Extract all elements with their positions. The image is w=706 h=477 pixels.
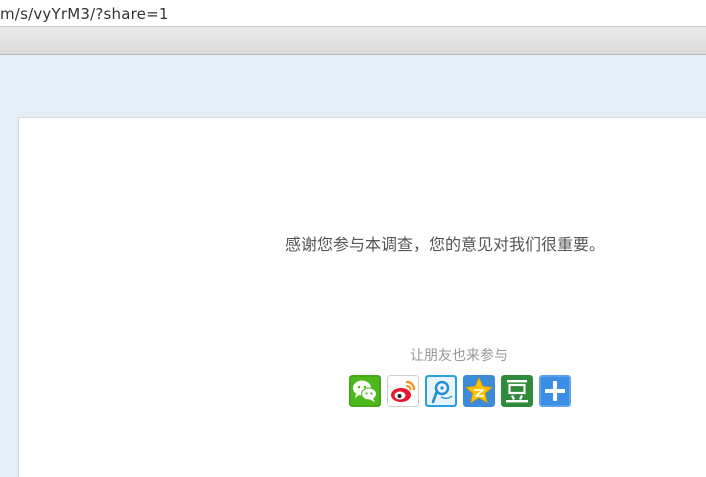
douban-icon[interactable]	[501, 375, 533, 407]
wechat-icon[interactable]	[349, 375, 381, 407]
thanks-message: 感谢您参与本调查，您的意见对我们很重要。	[285, 235, 606, 254]
qzone-icon[interactable]	[463, 375, 495, 407]
share-button-group	[349, 375, 571, 407]
more-share-icon[interactable]	[539, 375, 571, 407]
address-bar[interactable]: m/s/vyYrM3/?share=1	[0, 0, 706, 27]
survey-end-card	[18, 117, 706, 477]
browser-toolbar	[0, 27, 706, 55]
address-url[interactable]: m/s/vyYrM3/?share=1	[0, 5, 169, 23]
share-prompt: 让朋友也来参与	[410, 348, 508, 364]
weibo-icon[interactable]	[387, 375, 419, 407]
tencent-weibo-icon[interactable]	[425, 375, 457, 407]
